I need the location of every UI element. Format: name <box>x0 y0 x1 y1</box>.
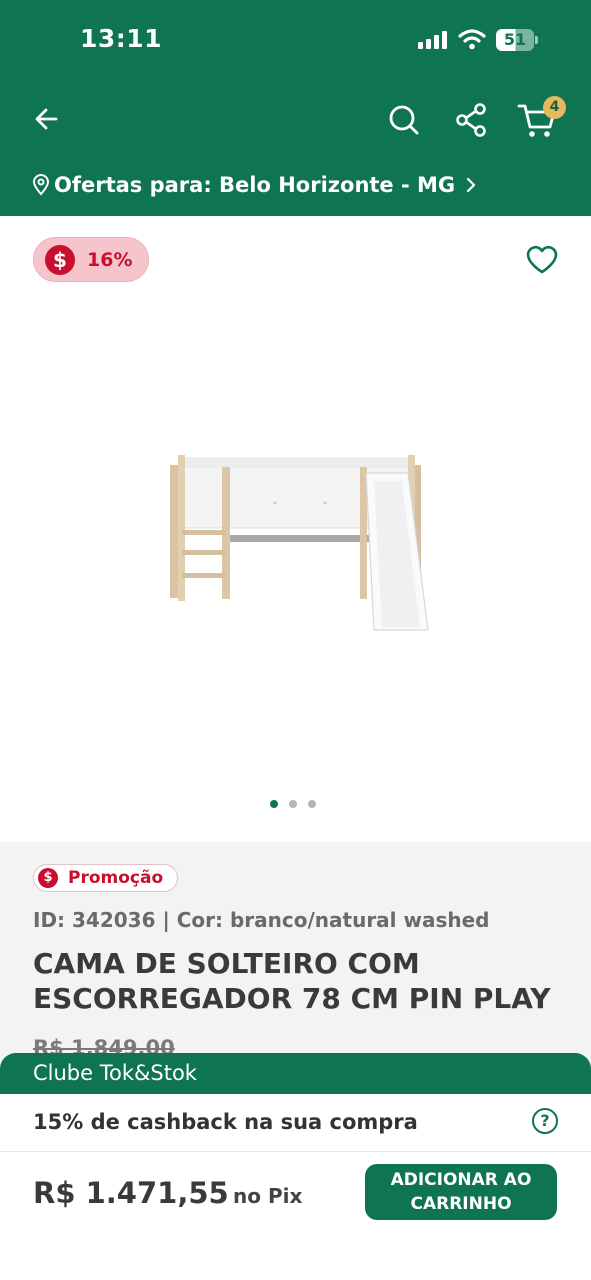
club-label: Clube Tok&Stok <box>33 1061 197 1085</box>
heart-icon[interactable] <box>524 242 560 278</box>
product-image[interactable] <box>160 445 440 645</box>
image-pagination[interactable] <box>270 800 316 808</box>
discount-badge: $ 16% <box>33 237 149 282</box>
dollar-icon: $ <box>45 244 75 275</box>
cart-count-badge: 4 <box>543 96 566 119</box>
status-bar: 13:11 51 <box>0 0 591 80</box>
location-selector[interactable]: Ofertas para: Belo Horizonte - MG <box>32 170 477 200</box>
dollar-icon: $ <box>38 868 58 888</box>
wifi-icon <box>458 29 486 50</box>
app-header: 13:11 51 4 Ofertas para: Belo Horizonte … <box>0 0 591 216</box>
location-label: Ofertas para: Belo Horizonte - MG <box>54 173 456 197</box>
product-title: CAMA DE SOLTEIRO COM ESCORREGADOR 78 CM … <box>33 947 551 1015</box>
pagination-dot[interactable] <box>270 800 278 808</box>
product-meta: ID: 342036 | Cor: branco/natural washed <box>33 908 490 932</box>
battery-tip <box>535 36 538 44</box>
arrow-left-icon[interactable] <box>28 100 66 138</box>
add-to-cart-button[interactable]: ADICIONAR AO CARRINHO <box>365 1164 557 1220</box>
search-icon[interactable] <box>384 100 424 140</box>
promo-badge: $ Promoção <box>33 864 178 892</box>
club-bar: Clube Tok&Stok <box>0 1053 591 1095</box>
status-time: 13:11 <box>80 24 163 53</box>
price-row: R$ 1.471,55 no Pix ADICIONAR AO CARRINHO <box>0 1152 591 1280</box>
battery-level: 51 <box>503 30 527 49</box>
battery-indicator: 51 <box>496 29 534 51</box>
price-suffix: no Pix <box>233 1184 303 1208</box>
cashback-row: 15% de cashback na sua compra ? <box>0 1094 591 1152</box>
pix-price: R$ 1.471,55 <box>33 1176 229 1210</box>
location-pin-icon <box>32 174 50 196</box>
cashback-text: 15% de cashback na sua compra <box>33 1110 418 1134</box>
pagination-dot[interactable] <box>308 800 316 808</box>
discount-percent: 16% <box>87 248 133 271</box>
pagination-dot[interactable] <box>289 800 297 808</box>
chevron-right-icon <box>467 177 476 193</box>
help-icon[interactable]: ? <box>532 1108 558 1134</box>
share-icon[interactable] <box>452 100 492 140</box>
cellular-signal-icon <box>418 31 450 49</box>
promo-label: Promoção <box>68 868 164 888</box>
